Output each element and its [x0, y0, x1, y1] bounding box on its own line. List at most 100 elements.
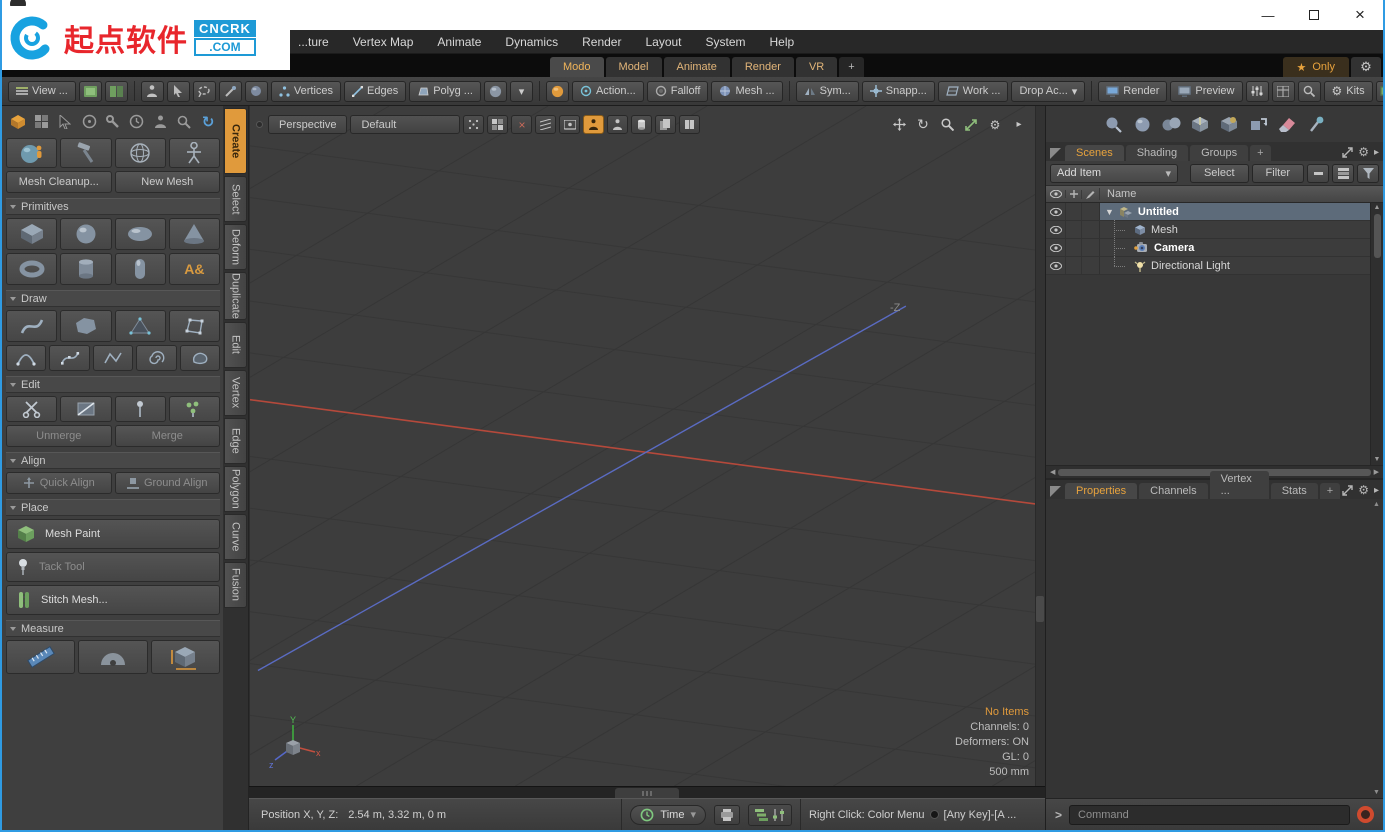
panel-more-icon[interactable]: ▸: [1374, 147, 1379, 158]
delete-item-button[interactable]: [1276, 113, 1298, 135]
wire-sphere-tool[interactable]: [115, 138, 166, 168]
vtab-create[interactable]: Create: [224, 108, 247, 174]
preset-sphere-tool[interactable]: [6, 138, 57, 168]
pan-view-button[interactable]: [889, 115, 909, 134]
viewport-style-button[interactable]: [79, 81, 102, 102]
list-style-button[interactable]: [1332, 164, 1354, 183]
zoom-view-button[interactable]: [937, 115, 957, 134]
dimension-tool[interactable]: [151, 640, 220, 674]
viewport-pivot-dot[interactable]: [256, 121, 263, 128]
character-button[interactable]: [151, 111, 171, 132]
vtab-select[interactable]: Select: [224, 176, 247, 222]
patch-tool[interactable]: [169, 310, 220, 342]
orbit-view-button[interactable]: ↻: [913, 115, 933, 134]
tab-shading[interactable]: Shading: [1126, 145, 1188, 161]
workplane-button[interactable]: Work ...: [938, 81, 1009, 102]
visibility-toggle[interactable]: [1046, 257, 1065, 274]
shading-mode-dropdown[interactable]: Default: [350, 115, 460, 134]
menu-help[interactable]: Help: [770, 35, 795, 49]
pen-tool[interactable]: [60, 310, 111, 342]
protractor-tool[interactable]: [78, 640, 147, 674]
sculpt-tool[interactable]: [60, 138, 111, 168]
drop-action-dropdown[interactable]: Drop Ac... ▾: [1011, 81, 1085, 102]
add-item-dropdown[interactable]: Add Item ▾: [1050, 164, 1178, 183]
panel-more-icon[interactable]: ▸: [1374, 485, 1379, 496]
vtab-deform[interactable]: Deform: [224, 224, 247, 270]
properties-scrollbar[interactable]: ▲ ▼: [1372, 501, 1381, 796]
measure-section-header[interactable]: Measure: [6, 620, 220, 637]
mesh-paint-button[interactable]: Mesh Paint: [6, 519, 220, 549]
ghost-mode-button[interactable]: [559, 115, 580, 134]
scrollbar-thumb[interactable]: [1374, 214, 1381, 258]
visibility-toggle[interactable]: [1046, 239, 1065, 256]
add-tab-button[interactable]: +: [1320, 483, 1340, 499]
pin-column-icon[interactable]: [1065, 190, 1081, 198]
ground-align-button[interactable]: Ground Align: [115, 472, 221, 494]
tab-groups[interactable]: Groups: [1190, 145, 1248, 161]
merge-button[interactable]: Merge: [115, 425, 221, 447]
add-tab-button[interactable]: +: [1250, 145, 1270, 161]
falloff-button[interactable]: Falloff: [647, 81, 709, 102]
search-button[interactable]: [1298, 81, 1321, 102]
find-tool-button[interactable]: [174, 111, 194, 132]
scene-item-directional-light[interactable]: Directional Light: [1099, 257, 1370, 274]
vtab-edit[interactable]: Edit: [224, 322, 247, 368]
menu-layout[interactable]: Layout: [645, 35, 681, 49]
filter-button[interactable]: Filter: [1252, 164, 1304, 183]
edit-section-header[interactable]: Edit: [6, 376, 220, 393]
history-button[interactable]: [127, 111, 147, 132]
proxy-mode-button[interactable]: [583, 115, 604, 134]
vertices-mode-button[interactable]: Vertices: [271, 81, 341, 102]
disclosure-triangle-icon[interactable]: ▼: [1105, 207, 1114, 217]
ruler-tool[interactable]: [6, 640, 75, 674]
radial-tool-button[interactable]: [79, 111, 99, 132]
quad-view-button[interactable]: [487, 115, 508, 134]
viewport-3d[interactable]: Perspective Default × ↻: [249, 106, 1045, 786]
scene-item-untitled[interactable]: ▼ Untitled: [1099, 203, 1370, 220]
tab-stats[interactable]: Stats: [1271, 483, 1318, 499]
drill-tool[interactable]: [169, 396, 220, 422]
capsule-tool[interactable]: [115, 253, 166, 285]
macro-record-button[interactable]: [1357, 806, 1374, 823]
vtab-duplicate[interactable]: Duplicate: [224, 272, 247, 320]
table-row[interactable]: Camera: [1046, 239, 1370, 257]
tab-modo[interactable]: Modo: [550, 57, 604, 77]
primitives-section-header[interactable]: Primitives: [6, 198, 220, 215]
select-button[interactable]: Select: [1190, 164, 1249, 183]
triangle-fan-tool[interactable]: [115, 310, 166, 342]
close-view-button[interactable]: ×: [511, 115, 532, 134]
filter-funnel-button[interactable]: [1357, 164, 1379, 183]
gl-monitor-button[interactable]: [1376, 81, 1383, 102]
sphere-select-button[interactable]: [245, 81, 268, 102]
place-section-header[interactable]: Place: [6, 499, 220, 516]
channel-haul-button[interactable]: [1246, 81, 1269, 102]
menu-render[interactable]: Render: [582, 35, 621, 49]
scene-item-camera[interactable]: Camera: [1099, 239, 1370, 256]
notes-view-button[interactable]: [679, 115, 700, 134]
table-row[interactable]: ▼ Untitled: [1046, 203, 1370, 221]
compare-view-button[interactable]: [655, 115, 676, 134]
scribble-tool[interactable]: [180, 345, 220, 371]
layout-grid-button[interactable]: [32, 111, 52, 132]
menu-texture[interactable]: ...ture: [298, 35, 329, 49]
scroll-left-icon[interactable]: ◀: [1050, 468, 1055, 476]
add-instance-button[interactable]: [1160, 113, 1182, 135]
unmerge-button[interactable]: Unmerge: [6, 425, 112, 447]
material-ball-button[interactable]: [546, 81, 569, 102]
torus-tool[interactable]: [6, 253, 57, 285]
vtab-vertex[interactable]: Vertex: [224, 370, 247, 416]
slice-tool[interactable]: [60, 396, 111, 422]
add-package-button[interactable]: [1189, 113, 1211, 135]
maximize-viewport-button[interactable]: [961, 115, 981, 134]
panel-corner-icon[interactable]: [1050, 486, 1061, 497]
slider-icon[interactable]: [772, 809, 785, 821]
text-tool[interactable]: A&: [169, 253, 220, 285]
name-column-header[interactable]: Name: [1099, 188, 1383, 200]
tab-render[interactable]: Render: [732, 57, 794, 77]
panel-gear-icon[interactable]: ⚙: [1358, 483, 1369, 497]
paint-select-button[interactable]: [219, 81, 242, 102]
visibility-toggle[interactable]: [1046, 203, 1065, 220]
add-assembly-button[interactable]: [1218, 113, 1240, 135]
cylinder-display-button[interactable]: [631, 115, 652, 134]
kits-button[interactable]: ⚙ Kits: [1324, 81, 1373, 102]
